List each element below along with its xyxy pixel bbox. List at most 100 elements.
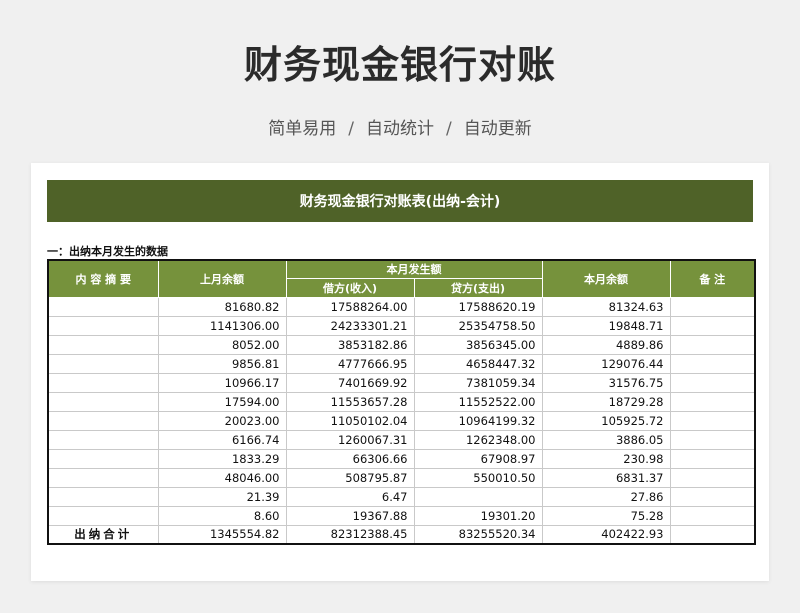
cell-credit[interactable]: 17588620.19 [413,296,543,317]
table-row: 48046.00 508795.87 550010.50 6831.37 [47,467,756,488]
cell-debit[interactable]: 508795.87 [285,467,415,488]
cell-closing-balance[interactable]: 3886.05 [541,429,671,450]
cell-credit[interactable]: 19301.20 [413,505,543,526]
cell-closing-balance[interactable]: 31576.75 [541,372,671,393]
cell-closing-balance[interactable]: 105925.72 [541,410,671,431]
cell-credit[interactable]: 10964199.32 [413,410,543,431]
cell-debit[interactable]: 17588264.00 [285,296,415,317]
cell-content[interactable] [47,410,159,431]
cell-closing-balance[interactable]: 129076.44 [541,353,671,374]
cell-note[interactable] [669,372,756,393]
cell-closing-balance[interactable]: 230.98 [541,448,671,469]
cell-content[interactable] [47,486,159,507]
cell-closing-balance[interactable]: 27.86 [541,486,671,507]
header-credit: 贷方(支出) [413,277,543,298]
cell-credit[interactable]: 4658447.32 [413,353,543,374]
cell-opening-balance[interactable]: 21.39 [157,486,287,507]
subtitle-item: 自动统计 [366,119,434,139]
subtitle-separator: / [446,119,452,139]
cell-debit[interactable]: 19367.88 [285,505,415,526]
sheet-card: 财务现金银行对账表(出纳-会计) 一：出纳本月发生的数据 内 容 摘 要 上月余… [31,163,769,581]
cell-note[interactable] [669,486,756,507]
cell-note[interactable] [669,410,756,431]
cell-note[interactable] [669,353,756,374]
cell-debit[interactable]: 66306.66 [285,448,415,469]
cell-content[interactable] [47,296,159,317]
cell-opening-balance[interactable]: 10966.17 [157,372,287,393]
cell-opening-balance[interactable]: 48046.00 [157,467,287,488]
table-row: 17594.00 11553657.28 11552522.00 18729.28 [47,391,756,412]
cell-closing-balance[interactable]: 6831.37 [541,467,671,488]
cell-closing-balance[interactable]: 19848.71 [541,315,671,336]
cell-credit[interactable]: 67908.97 [413,448,543,469]
cell-opening-balance[interactable]: 20023.00 [157,410,287,431]
cell-content[interactable] [47,315,159,336]
cell-debit[interactable]: 24233301.21 [285,315,415,336]
total-credit[interactable]: 83255520.34 [413,524,543,545]
header-movement: 本月发生额 [285,259,543,279]
cell-opening-balance[interactable]: 8.60 [157,505,287,526]
cell-note[interactable] [669,315,756,336]
subtitle-item: 简单易用 [268,119,337,139]
header-debit: 借方(收入) [285,277,415,298]
cell-content[interactable] [47,429,159,450]
cell-note[interactable] [669,334,756,355]
cell-debit[interactable]: 4777666.95 [285,353,415,374]
cell-note[interactable] [669,467,756,488]
cell-content[interactable] [47,372,159,393]
cell-closing-balance[interactable]: 75.28 [541,505,671,526]
total-closing-balance[interactable]: 402422.93 [541,524,671,545]
cell-content[interactable] [47,505,159,526]
total-note[interactable] [669,524,756,545]
total-opening-balance[interactable]: 1345554.82 [157,524,287,545]
total-debit[interactable]: 82312388.45 [285,524,415,545]
cell-closing-balance[interactable]: 4889.86 [541,334,671,355]
cell-note[interactable] [669,391,756,412]
cell-opening-balance[interactable]: 8052.00 [157,334,287,355]
subtitle-item: 自动更新 [463,119,532,139]
ledger-table: 内 容 摘 要 上月余额 本月发生额 本月余额 备 注 借方(收入) 贷方(支出… [47,259,756,545]
cell-credit[interactable]: 1262348.00 [413,429,543,450]
cell-opening-balance[interactable]: 1141306.00 [157,315,287,336]
total-label[interactable]: 出纳合计 [47,524,159,545]
cell-note[interactable] [669,296,756,317]
cell-opening-balance[interactable]: 9856.81 [157,353,287,374]
cell-opening-balance[interactable]: 1833.29 [157,448,287,469]
page-title: 财务现金银行对账 [243,43,556,87]
cell-credit[interactable]: 11552522.00 [413,391,543,412]
subtitle: 简单易用 / 自动统计 / 自动更新 [0,114,800,139]
cell-opening-balance[interactable]: 6166.74 [157,429,287,450]
table-row: 1141306.00 24233301.21 25354758.50 19848.71 [47,315,756,336]
table-row: 10966.17 7401669.92 7381059.34 31576.75 [47,372,756,393]
cell-content[interactable] [47,353,159,374]
cell-debit[interactable]: 7401669.92 [285,372,415,393]
cell-credit[interactable] [413,486,543,507]
header-content: 内 容 摘 要 [47,259,159,298]
cell-credit[interactable]: 7381059.34 [413,372,543,393]
subtitle-separator: / [348,119,354,139]
table-row: 20023.00 11050102.04 10964199.32 105925.72 [47,410,756,431]
cell-debit[interactable]: 3853182.86 [285,334,415,355]
cell-note[interactable] [669,505,756,526]
cell-opening-balance[interactable]: 81680.82 [157,296,287,317]
cell-credit[interactable]: 550010.50 [413,467,543,488]
table-row: 6166.74 1260067.31 1262348.00 3886.05 [47,429,756,450]
cell-debit[interactable]: 6.47 [285,486,415,507]
table-row: 9856.81 4777666.95 4658447.32 129076.44 [47,353,756,374]
total-row: 出纳合计 1345554.82 82312388.45 83255520.34 4024… [47,524,756,545]
cell-credit[interactable]: 3856345.00 [413,334,543,355]
cell-content[interactable] [47,391,159,412]
cell-note[interactable] [669,448,756,469]
table-row: 8052.00 3853182.86 3856345.00 4889.86 [47,334,756,355]
cell-note[interactable] [669,429,756,450]
cell-debit[interactable]: 11553657.28 [285,391,415,412]
cell-content[interactable] [47,334,159,355]
cell-closing-balance[interactable]: 81324.63 [541,296,671,317]
cell-content[interactable] [47,448,159,469]
cell-closing-balance[interactable]: 18729.28 [541,391,671,412]
cell-debit[interactable]: 11050102.04 [285,410,415,431]
cell-debit[interactable]: 1260067.31 [285,429,415,450]
cell-opening-balance[interactable]: 17594.00 [157,391,287,412]
cell-content[interactable] [47,467,159,488]
cell-credit[interactable]: 25354758.50 [413,315,543,336]
